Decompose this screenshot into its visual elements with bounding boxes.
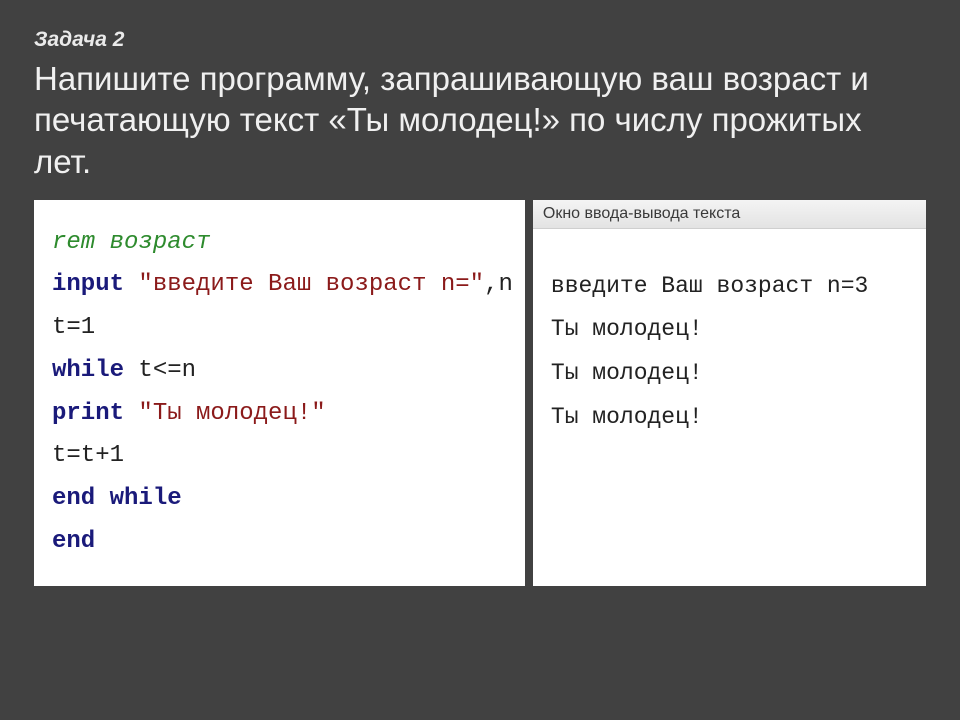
output-line: Ты молодец! xyxy=(551,396,910,440)
keyword-rem: rem xyxy=(52,229,95,256)
keyword-while: while xyxy=(52,357,138,384)
code-line-2: input "введите Ваш возраст n=",n xyxy=(52,264,513,307)
task-label: Задача 2 xyxy=(34,28,926,52)
code-line-4: while t<=n xyxy=(52,350,513,393)
keyword-print: print xyxy=(52,400,138,427)
keyword-input: input xyxy=(52,271,138,298)
string-literal: "введите Ваш возраст n=" xyxy=(138,271,484,298)
output-line: Ты молодец! xyxy=(551,352,910,396)
output-line: введите Ваш возраст n=3 xyxy=(551,265,910,309)
code-text: t=t+1 xyxy=(52,442,124,469)
io-panel: Окно ввода-вывода текста введите Ваш воз… xyxy=(533,200,926,586)
io-output-area: введите Ваш возраст n=3 Ты молодец! Ты м… xyxy=(533,229,926,586)
string-literal: "Ты молодец!" xyxy=(138,400,325,427)
example-panels: rem возраст input "введите Ваш возраст n… xyxy=(34,200,926,586)
code-line-1: rem возраст xyxy=(52,222,513,265)
output-line: Ты молодец! xyxy=(551,308,910,352)
task-description: Напишите программу, запрашивающую ваш во… xyxy=(34,58,926,182)
code-line-8: end xyxy=(52,521,513,564)
code-text: t=1 xyxy=(52,314,95,341)
code-line-3: t=1 xyxy=(52,307,513,350)
code-editor-panel: rem возраст input "введите Ваш возраст n… xyxy=(34,200,525,586)
comment-text: возраст xyxy=(95,229,210,256)
code-text: ,n xyxy=(484,271,513,298)
code-text: t<=n xyxy=(138,357,196,384)
io-panel-title: Окно ввода-вывода текста xyxy=(533,200,926,229)
code-line-7: end while xyxy=(52,478,513,521)
keyword-endwhile: end while xyxy=(52,485,182,512)
keyword-end: end xyxy=(52,528,95,555)
code-line-5: print "Ты молодец!" xyxy=(52,393,513,436)
presentation-slide: Задача 2 Напишите программу, запрашивающ… xyxy=(0,0,960,614)
code-line-6: t=t+1 xyxy=(52,435,513,478)
